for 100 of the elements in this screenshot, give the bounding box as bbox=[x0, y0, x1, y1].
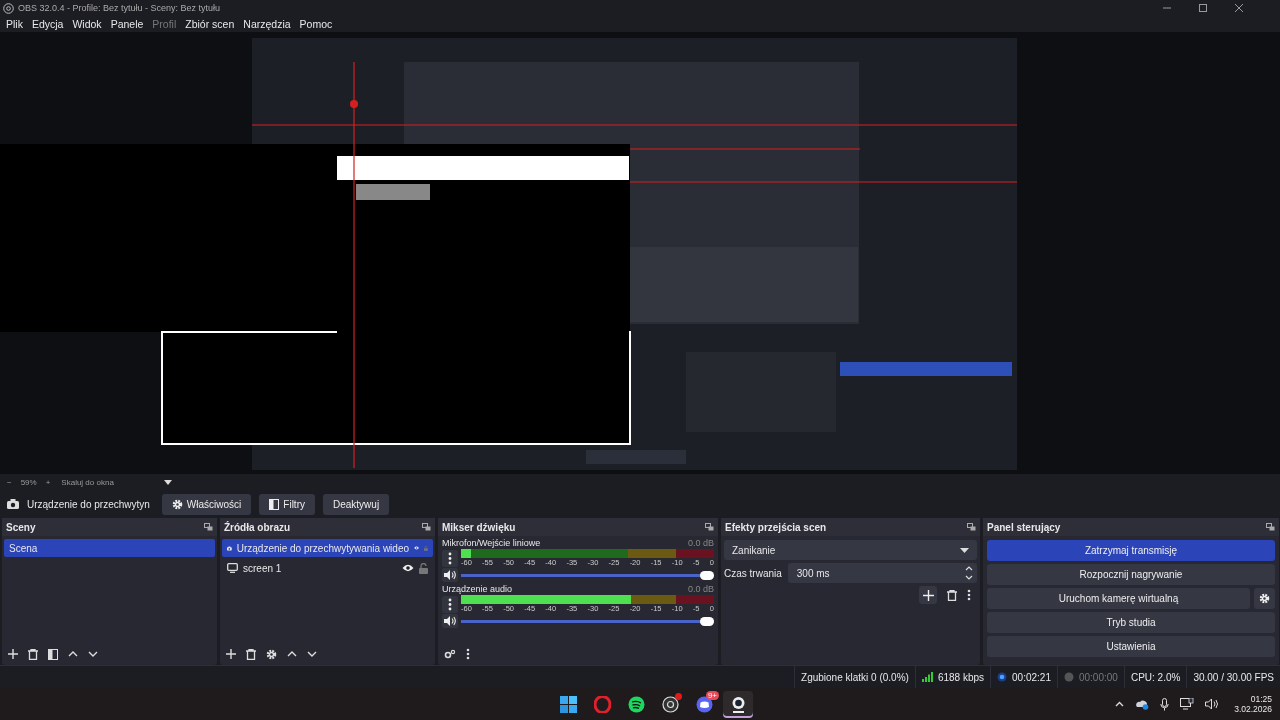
panel-title: Panel sterujący bbox=[987, 521, 1061, 533]
down-icon[interactable] bbox=[307, 651, 317, 657]
panel-title: Efekty przejścia scen bbox=[725, 521, 827, 533]
duration-spinbox[interactable]: 300 ms bbox=[787, 563, 977, 583]
up-icon[interactable] bbox=[287, 651, 297, 657]
more-icon[interactable] bbox=[442, 595, 458, 613]
source-label: screen 1 bbox=[243, 562, 283, 574]
source-label: Urządzenie do przechwytywania wideo bbox=[236, 542, 409, 554]
window-title: OBS 32.0.4 - Profile: Bez tytułu - Sceny: Bez tytułu bbox=[18, 3, 222, 13]
add-button[interactable] bbox=[919, 586, 937, 604]
volume-slider[interactable] bbox=[461, 616, 714, 626]
channel-name: Urządzenie audio bbox=[442, 584, 513, 594]
undock-icon[interactable] bbox=[1266, 523, 1275, 531]
add-icon[interactable] bbox=[8, 649, 18, 659]
speaker-icon[interactable] bbox=[442, 568, 458, 582]
notification-dot bbox=[675, 692, 682, 700]
more-icon[interactable] bbox=[442, 549, 458, 567]
delete-icon[interactable] bbox=[28, 648, 38, 660]
scene-item[interactable]: Scena bbox=[4, 539, 215, 557]
camera-icon bbox=[7, 499, 19, 509]
obs-icon bbox=[661, 695, 679, 713]
slider-thumb[interactable] bbox=[700, 570, 714, 580]
menu-item[interactable]: Panele bbox=[110, 18, 144, 30]
settings-icon[interactable] bbox=[266, 648, 277, 660]
clock-date[interactable]: 3.02.2026 bbox=[1234, 704, 1272, 714]
eye-icon[interactable] bbox=[414, 544, 420, 552]
windows-logo-icon bbox=[559, 695, 577, 713]
down-icon[interactable] bbox=[88, 651, 98, 657]
filter-icon[interactable] bbox=[48, 648, 58, 660]
source-item[interactable]: Urządzenie do przechwytywania wideo bbox=[222, 539, 433, 557]
notification-badge: 9+ bbox=[705, 690, 719, 700]
chevron-up-icon[interactable] bbox=[1115, 701, 1125, 707]
unlocked-icon[interactable] bbox=[419, 562, 428, 574]
panel-title: Mikser dźwięku bbox=[442, 521, 516, 533]
menu-item[interactable]: Plik bbox=[6, 18, 23, 30]
add-icon[interactable] bbox=[226, 649, 236, 659]
control-button[interactable]: Ustawienia bbox=[987, 636, 1275, 657]
menu-item[interactable]: Narzędzia bbox=[243, 18, 291, 30]
delete-icon[interactable] bbox=[246, 648, 256, 660]
record-time: 00:00:00 bbox=[1078, 671, 1118, 683]
bitrate: 6188 kbps bbox=[937, 671, 985, 683]
gear-icon bbox=[171, 498, 183, 510]
transition-dropdown[interactable]: Zanikanie bbox=[724, 540, 977, 560]
close-icon[interactable] bbox=[1234, 3, 1244, 13]
microphone-icon[interactable] bbox=[1160, 697, 1170, 711]
source-item[interactable]: screen 1 bbox=[222, 559, 433, 577]
toolbar-button[interactable]: Właściwości bbox=[161, 493, 252, 515]
more-icon[interactable] bbox=[466, 648, 470, 660]
network-icon[interactable] bbox=[1180, 698, 1195, 710]
maximize-icon[interactable] bbox=[1198, 3, 1208, 13]
caret-icon bbox=[960, 547, 969, 553]
duration-label: Czas trwania bbox=[724, 567, 782, 579]
menu-item[interactable]: Zbiór scen bbox=[185, 18, 235, 30]
eye-icon[interactable] bbox=[402, 564, 414, 572]
spotify-icon bbox=[627, 695, 645, 713]
signal-icon bbox=[921, 672, 933, 682]
zoom-level: 59% bbox=[20, 477, 37, 487]
advanced-settings-icon[interactable] bbox=[444, 649, 456, 659]
volume-icon[interactable] bbox=[1205, 698, 1220, 710]
volume-slider[interactable] bbox=[461, 570, 714, 580]
panel-title: Sceny bbox=[6, 521, 36, 533]
slider-thumb[interactable] bbox=[700, 616, 714, 626]
undock-icon[interactable] bbox=[204, 523, 213, 531]
control-button[interactable]: Uruchom kamerę wirtualną bbox=[987, 588, 1250, 609]
caret-icon bbox=[163, 479, 172, 485]
stream-time: 00:02:21 bbox=[1012, 671, 1051, 683]
speaker-icon[interactable] bbox=[442, 614, 458, 628]
toolbar-button[interactable]: Deaktywuj bbox=[322, 493, 390, 515]
app-logo-icon bbox=[3, 2, 14, 14]
taskbar-app[interactable]: 9+ bbox=[689, 690, 719, 718]
toolbar-button[interactable]: Filtry bbox=[259, 493, 315, 515]
undock-icon[interactable] bbox=[967, 523, 976, 531]
undock-icon[interactable] bbox=[705, 523, 714, 531]
panel-title: Źródła obrazu bbox=[224, 521, 291, 533]
opera-icon bbox=[593, 695, 611, 713]
channel-reading: 0.0 dB bbox=[687, 584, 714, 594]
control-button[interactable]: Rozpocznij nagrywanie bbox=[987, 564, 1275, 585]
settings-button[interactable] bbox=[1254, 588, 1275, 609]
clock-time[interactable]: 01:25 bbox=[1250, 694, 1272, 704]
control-button[interactable]: Tryb studia bbox=[987, 612, 1275, 633]
undock-icon[interactable] bbox=[422, 523, 431, 531]
cloud-icon[interactable] bbox=[1135, 698, 1150, 710]
settings-icon bbox=[1259, 593, 1270, 604]
control-button[interactable]: Zatrzymaj transmisję bbox=[987, 540, 1275, 561]
menu-item[interactable]: Edycja bbox=[31, 18, 64, 30]
channel-reading: 0.0 dB bbox=[687, 538, 714, 548]
source-name: Urządzenie do przechwytyn bbox=[27, 498, 150, 510]
monitor-icon bbox=[227, 563, 238, 573]
menu-item[interactable]: Widok bbox=[72, 18, 102, 30]
spin-arrows-icon[interactable] bbox=[965, 565, 973, 581]
zoom-in-button[interactable]: + bbox=[45, 477, 51, 487]
menu-item[interactable]: Pomoc bbox=[299, 18, 333, 30]
up-icon[interactable] bbox=[68, 651, 78, 657]
delete-icon[interactable] bbox=[947, 589, 957, 601]
taskbar-app[interactable] bbox=[723, 690, 753, 718]
zoom-out-button[interactable]: − bbox=[7, 477, 12, 487]
scale-mode-dropdown[interactable]: Skaluj do okna bbox=[61, 477, 172, 487]
filter-icon bbox=[269, 498, 280, 510]
channel-name: Mikrofon/Wejście liniowe bbox=[442, 538, 541, 548]
more-icon[interactable] bbox=[967, 589, 971, 601]
